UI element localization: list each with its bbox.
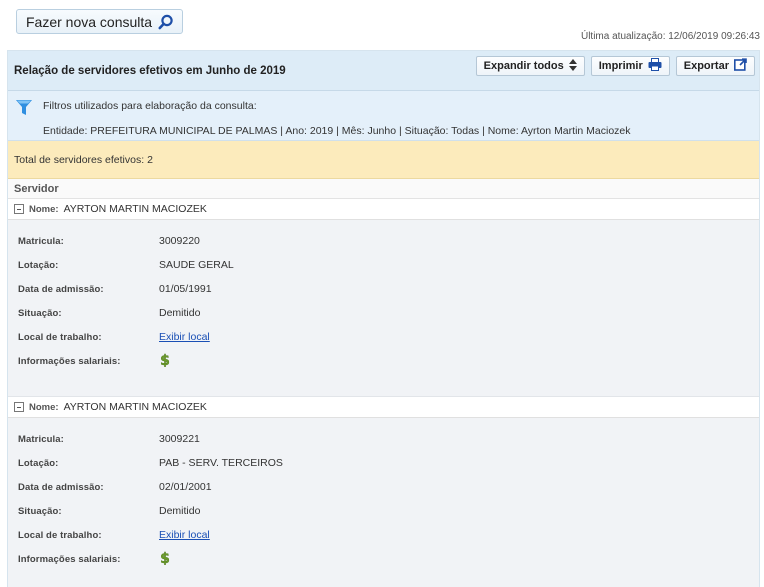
server-name: AYRTON MARTIN MACIOZEK [63,203,207,215]
new-query-label: Fazer nova consulta [26,13,153,30]
detail-row: Matricula: 3009221 [8,427,759,451]
lotacao-label: Lotação: [18,457,59,469]
server-name-row[interactable]: Nome: AYRTON MARTIN MACIOZEK [8,199,759,220]
server-detail: Matricula: 3009221 Lotação: PAB - SERV. … [8,418,759,587]
filters-section: Filtros utilizados para elaboração da co… [8,91,759,141]
collapse-icon[interactable] [14,402,24,412]
detail-row: Informações salariais: $ [8,349,759,373]
admissao-label: Data de admissão: [18,283,104,295]
matricula-value: 3009220 [159,235,200,247]
local-label: Local de trabalho: [18,529,102,541]
matricula-label: Matricula: [18,235,64,247]
situacao-value: Demitido [159,505,201,517]
total-count: Total de servidores efetivos: 2 [8,141,759,179]
sort-arrows-icon [568,58,577,74]
dollar-icon[interactable]: $ [159,550,171,568]
print-button[interactable]: Imprimir [590,56,670,76]
expand-all-button[interactable]: Expandir todos [475,56,585,76]
filter-icon [15,99,33,120]
printer-icon [648,58,662,74]
results-panel: Relação de servidores efetivos em Junho … [7,50,760,587]
svg-text:$: $ [160,551,170,565]
expand-all-label: Expandir todos [483,60,564,72]
last-update-text: Última atualização: 12/06/2019 09:26:43 [580,31,760,42]
print-label: Imprimir [598,60,643,72]
server-name-row[interactable]: Nome: AYRTON MARTIN MACIOZEK [8,397,759,418]
matricula-value: 3009221 [159,433,200,445]
detail-row: Informações salariais: $ [8,547,759,571]
matricula-label: Matricula: [18,433,64,445]
collapse-icon[interactable] [14,204,24,214]
dollar-icon[interactable]: $ [159,352,171,370]
detail-row: Data de admissão: 02/01/2001 [8,475,759,499]
salario-label: Informações salariais: [18,355,121,367]
export-icon [734,58,747,74]
name-label: Nome: [29,401,59,413]
name-label: Nome: [29,203,59,215]
filters-detail: Entidade: PREFEITURA MUNICIPAL DE PALMAS… [43,125,631,137]
admissao-label: Data de admissão: [18,481,104,493]
admissao-value: 01/05/1991 [159,283,212,295]
detail-row: Lotação: PAB - SERV. TERCEIROS [8,451,759,475]
server-name: AYRTON MARTIN MACIOZEK [63,401,207,413]
filters-label: Filtros utilizados para elaboração da co… [43,100,257,112]
lotacao-value: SAUDE GERAL [159,259,234,271]
admissao-value: 02/01/2001 [159,481,212,493]
search-icon [158,14,174,30]
lotacao-label: Lotação: [18,259,59,271]
detail-row: Local de trabalho: Exibir local [8,325,759,349]
situacao-label: Situação: [18,505,62,517]
new-query-button[interactable]: Fazer nova consulta [16,9,183,34]
show-location-link[interactable]: Exibir local [159,331,210,343]
server-detail: Matricula: 3009220 Lotação: SAUDE GERAL … [8,220,759,397]
situacao-label: Situação: [18,307,62,319]
panel-header: Relação de servidores efetivos em Junho … [8,51,759,91]
svg-text:$: $ [160,353,170,367]
local-label: Local de trabalho: [18,331,102,343]
detail-row: Lotação: SAUDE GERAL [8,253,759,277]
export-label: Exportar [683,60,729,72]
detail-row: Matricula: 3009220 [8,229,759,253]
salario-label: Informações salariais: [18,553,121,565]
panel-title: Relação de servidores efetivos em Junho … [14,64,286,77]
column-header-servidor: Servidor [8,179,759,199]
show-location-link[interactable]: Exibir local [159,529,210,541]
situacao-value: Demitido [159,307,201,319]
detail-row: Local de trabalho: Exibir local [8,523,759,547]
detail-row: Data de admissão: 01/05/1991 [8,277,759,301]
export-button[interactable]: Exportar [675,56,755,76]
detail-row: Situação: Demitido [8,499,759,523]
detail-row: Situação: Demitido [8,301,759,325]
lotacao-value: PAB - SERV. TERCEIROS [159,457,283,469]
